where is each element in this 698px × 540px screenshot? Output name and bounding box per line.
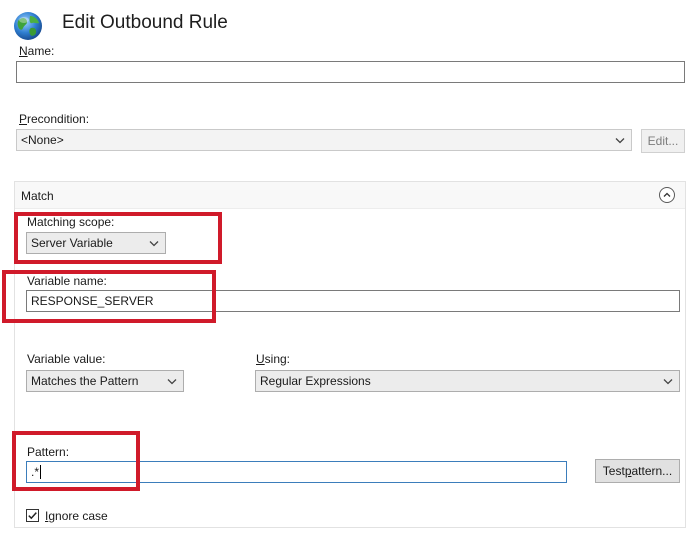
checkmark-icon xyxy=(28,512,37,520)
test-pattern-label-mnemonic: p xyxy=(624,464,632,478)
dialog-title: Edit Outbound Rule xyxy=(62,12,228,33)
using-dropdown[interactable]: Regular Expressions xyxy=(255,370,680,392)
highlight-variable-name xyxy=(2,270,216,323)
edit-outbound-rule-dialog: Edit Outbound Rule Name: Precondition: <… xyxy=(0,0,698,540)
name-label-rest: ame: xyxy=(27,44,55,58)
test-pattern-button[interactable]: Test p attern... xyxy=(595,459,680,483)
edit-precondition-button[interactable]: Edit... xyxy=(641,129,685,153)
variable-value-label: Variable value: xyxy=(27,352,106,366)
name-label: Name: xyxy=(19,44,54,58)
precondition-label-mnemonic: P xyxy=(19,112,28,126)
highlight-matching-scope xyxy=(14,212,222,264)
test-pattern-label-rest: attern... xyxy=(631,464,673,478)
using-label: Using: xyxy=(256,352,290,366)
precondition-selected: <None> xyxy=(21,133,64,147)
precondition-dropdown[interactable]: <None> xyxy=(16,129,632,151)
highlight-pattern xyxy=(12,431,140,491)
globe-icon xyxy=(14,12,42,40)
chevron-down-icon xyxy=(167,378,177,384)
collapse-match-button[interactable] xyxy=(659,187,675,203)
chevron-up-icon xyxy=(663,192,671,197)
ignore-case-label-rest: gnore case xyxy=(48,509,108,523)
precondition-label: Precondition: xyxy=(19,112,89,126)
match-group-title: Match xyxy=(21,189,54,203)
using-label-rest: sing: xyxy=(264,352,291,366)
test-pattern-label-prefix: Test xyxy=(602,464,625,478)
variable-value-dropdown[interactable]: Matches the Pattern xyxy=(26,370,184,392)
using-selected: Regular Expressions xyxy=(260,374,371,388)
name-input[interactable] xyxy=(16,61,685,83)
ignore-case-checkbox[interactable] xyxy=(26,509,39,522)
precondition-label-rest: recondition: xyxy=(27,112,90,126)
chevron-down-icon xyxy=(615,137,625,143)
name-label-mnemonic: N xyxy=(19,44,28,58)
using-label-mnemonic: U xyxy=(256,352,265,366)
chevron-down-icon xyxy=(663,378,673,384)
ignore-case-label[interactable]: Ignore case xyxy=(45,509,108,523)
variable-value-selected: Matches the Pattern xyxy=(31,374,139,388)
match-group-header xyxy=(15,182,685,209)
